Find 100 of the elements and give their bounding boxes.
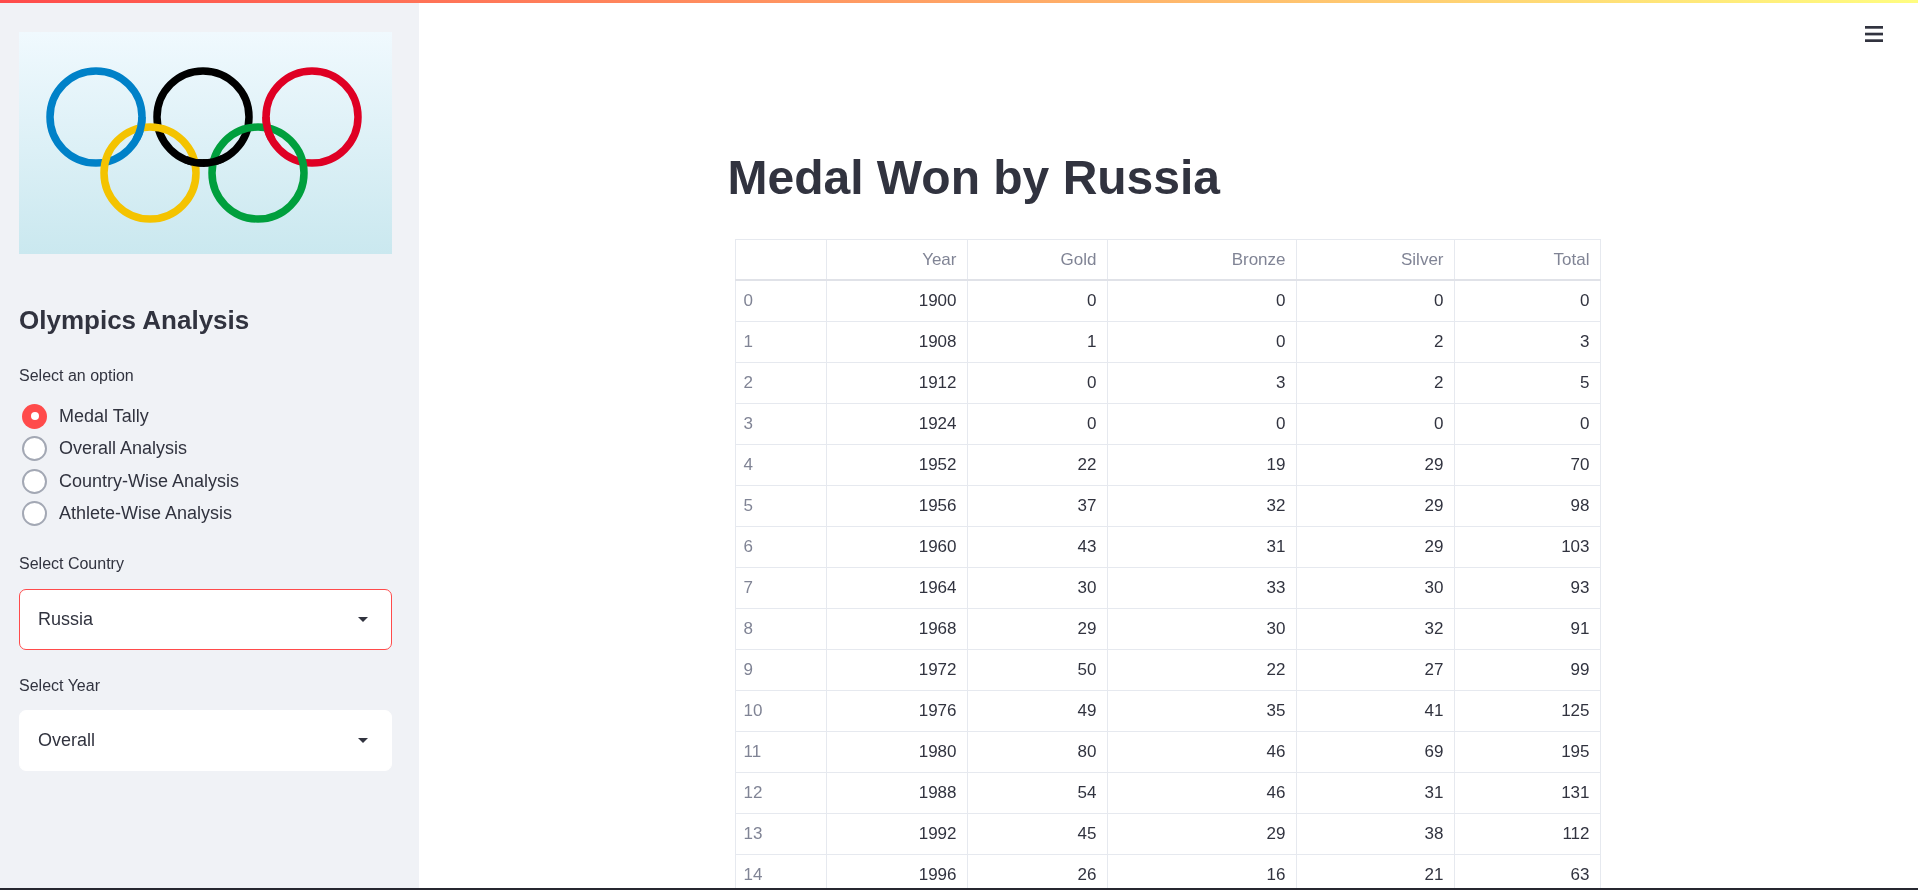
table-cell: 69 [1296,731,1454,773]
column-header: Bronze [1107,239,1296,281]
table-cell: 0 [1296,403,1454,445]
row-index: 7 [735,567,826,609]
column-header: Total [1454,239,1600,281]
table-cell: 80 [967,731,1107,773]
table-cell: 70 [1454,444,1600,486]
table-cell: 32 [1296,608,1454,650]
table-cell: 29 [1296,485,1454,527]
field-label: Select Country [19,554,125,574]
table-cell: 29 [967,608,1107,650]
column-header: Year [826,239,967,281]
radio-option[interactable]: Athlete-Wise Analysis [19,497,392,530]
table-cell: 1952 [826,444,967,486]
radio-icon[interactable] [22,436,47,462]
table-cell: 1 [967,321,1107,363]
table-cell: 5 [1454,362,1600,404]
row-index: 0 [735,280,826,322]
row-index: 2 [735,362,826,404]
table-cell: 125 [1454,690,1600,732]
table-cell: 31 [1107,526,1296,568]
caret-icon [358,617,368,622]
column-header: Silver [1296,239,1454,281]
row-index: 14 [735,854,826,888]
table-cell: 22 [1107,649,1296,691]
table-cell: 1924 [826,403,967,445]
table-cell: 33 [1107,567,1296,609]
table-cell: 30 [967,567,1107,609]
radio-icon[interactable] [22,468,47,494]
row-index: 13 [735,813,826,855]
table-cell: 19 [1107,444,1296,486]
table-cell: 0 [967,362,1107,404]
table-cell: 0 [1296,280,1454,322]
table-cell: 49 [967,690,1107,732]
table-cell: 27 [1296,649,1454,691]
table-cell: 98 [1454,485,1600,527]
caret-icon [358,738,368,743]
table-cell: 3 [1107,362,1296,404]
table-cell: 1992 [826,813,967,855]
table-cell: 195 [1454,731,1600,773]
table-cell: 1960 [826,526,967,568]
sidebar-title: Olympics Analysis [19,305,251,336]
table-cell: 0 [967,403,1107,445]
field-label: Select Year [19,676,101,696]
table-cell: 1956 [826,485,967,527]
radio-icon[interactable] [22,403,47,429]
table-cell: 2 [1296,362,1454,404]
select-dropdown[interactable]: Overall [19,710,392,771]
table-cell: 3 [1454,321,1600,363]
table-cell: 1968 [826,608,967,650]
table-cell: 1976 [826,690,967,732]
table-cell: 0 [967,280,1107,322]
radio-icon[interactable] [22,501,47,527]
table-cell: 45 [967,813,1107,855]
table-cell: 32 [1107,485,1296,527]
row-index: 5 [735,485,826,527]
row-index: 9 [735,649,826,691]
radio-option[interactable]: Country-Wise Analysis [19,465,392,498]
table-cell: 30 [1296,567,1454,609]
table-cell: 1908 [826,321,967,363]
table-cell: 0 [1107,321,1296,363]
table-cell: 103 [1454,526,1600,568]
table-cell: 43 [967,526,1107,568]
table-cell: 37 [967,485,1107,527]
radio-option[interactable]: Medal Tally [19,400,392,433]
table-cell: 54 [967,772,1107,814]
table-cell: 29 [1107,813,1296,855]
table-cell: 0 [1107,403,1296,445]
row-index: 3 [735,403,826,445]
page-title: Medal Won by Russia [727,150,1222,206]
table-cell: 0 [1454,403,1600,445]
table-cell: 1912 [826,362,967,404]
table-cell: 41 [1296,690,1454,732]
table-cell: 35 [1107,690,1296,732]
table-cell: 131 [1454,772,1600,814]
table-cell: 22 [967,444,1107,486]
table-cell: 50 [967,649,1107,691]
row-index: 4 [735,444,826,486]
table-cell: 46 [1107,772,1296,814]
table-cell: 1964 [826,567,967,609]
field-label: Select an option [19,366,135,386]
table-cell: 99 [1454,649,1600,691]
table-cell: 38 [1296,813,1454,855]
menu-icon[interactable] [1865,26,1883,42]
table-cell: 29 [1296,444,1454,486]
table-cell: 2 [1296,321,1454,363]
select-dropdown[interactable]: Russia [19,589,392,650]
row-index: 10 [735,690,826,732]
table-cell: 112 [1454,813,1600,855]
table-cell: 46 [1107,731,1296,773]
table-cell: 31 [1296,772,1454,814]
table-cell: 1972 [826,649,967,691]
table-cell: 1980 [826,731,967,773]
row-index: 1 [735,321,826,363]
table-cell: 0 [1454,280,1600,322]
row-index: 11 [735,731,826,773]
table-cell: 93 [1454,567,1600,609]
table-cell: 1900 [826,280,967,322]
table-cell: 29 [1296,526,1454,568]
radio-option[interactable]: Overall Analysis [19,432,392,465]
